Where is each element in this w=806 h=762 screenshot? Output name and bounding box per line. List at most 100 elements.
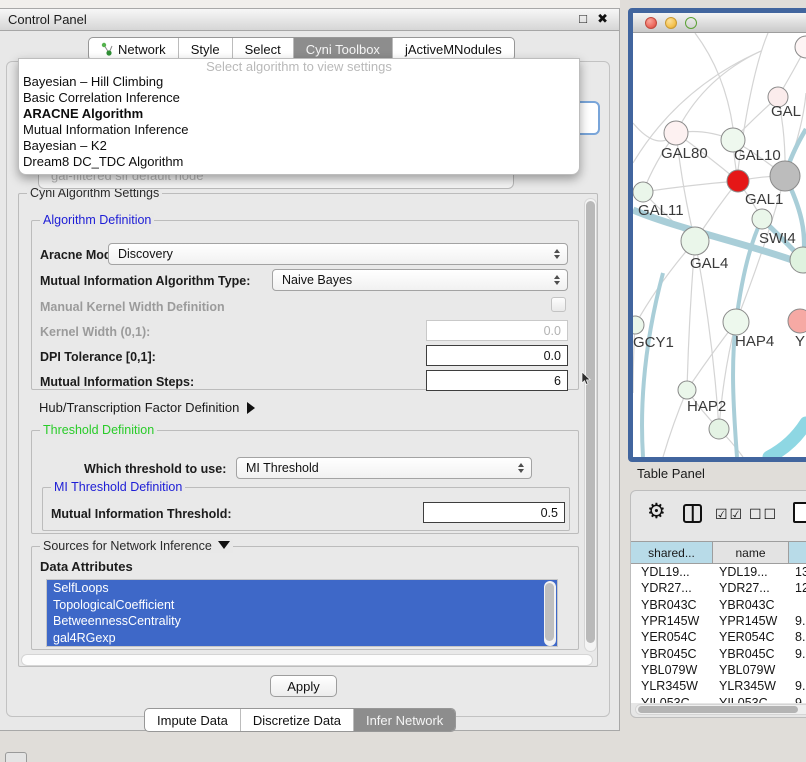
mi-threshold-definition-group: MI Threshold Definition Mutual Informati… bbox=[42, 487, 570, 531]
network-node-gal11[interactable] bbox=[633, 182, 653, 202]
tab-select[interactable]: Select bbox=[232, 38, 293, 60]
zoom-traffic-light[interactable] bbox=[685, 17, 697, 29]
tab-network[interactable]: Network bbox=[89, 38, 178, 60]
node-label-gcy1: GCY1 bbox=[633, 334, 674, 351]
minimize-traffic-light[interactable] bbox=[665, 17, 677, 29]
algorithm-item-aracne[interactable]: ARACNE Algorithm bbox=[19, 106, 579, 122]
cyni-bottom-tab-bar: Impute Data Discretize Data Infer Networ… bbox=[144, 708, 456, 732]
settings-vertical-scrollbar[interactable] bbox=[584, 198, 597, 652]
mouse-cursor bbox=[581, 372, 592, 386]
data-attributes-label: Data Attributes bbox=[40, 559, 133, 574]
network-node-hap2[interactable] bbox=[678, 381, 696, 399]
table-row[interactable]: YPR145W YPR145W 9. bbox=[631, 613, 806, 629]
aracne-mode-value: Discovery bbox=[118, 247, 173, 261]
list-item-betweennesscentrality[interactable]: BetweennessCentrality bbox=[47, 613, 557, 630]
kernel-width-label: Kernel Width (0,1): bbox=[40, 325, 150, 339]
which-threshold-label: Which threshold to use: bbox=[84, 462, 226, 476]
columns-icon[interactable] bbox=[683, 504, 702, 523]
manual-kernel-label: Manual Kernel Width Definition bbox=[40, 300, 225, 314]
table-row[interactable]: YIL053C YIL053C 9 bbox=[631, 694, 806, 703]
list-item-selfloops[interactable]: SelfLoops bbox=[47, 580, 557, 597]
algorithm-item-bayesian-hill-climbing[interactable]: Bayesian – Hill Climbing bbox=[19, 74, 579, 90]
tab-style[interactable]: Style bbox=[178, 38, 232, 60]
settings-horizontal-scrollbar[interactable] bbox=[21, 654, 593, 666]
kernel-width-field: 0.0 bbox=[426, 320, 568, 341]
control-panel-top-strip bbox=[0, 0, 620, 8]
network-node-gal80[interactable] bbox=[664, 121, 688, 145]
table-row[interactable]: YBR045C YBR045C 9. bbox=[631, 645, 806, 661]
settings-vertical-scrollbar-thumb[interactable] bbox=[586, 201, 595, 643]
manual-kernel-checkbox bbox=[551, 297, 566, 312]
close-traffic-light[interactable] bbox=[645, 17, 657, 29]
column-header-shared-name[interactable]: shared... bbox=[631, 542, 713, 563]
algorithm-item-mutual-information[interactable]: Mutual Information Inference bbox=[19, 122, 579, 138]
aracne-mode-combo[interactable]: Discovery bbox=[108, 243, 568, 265]
mi-type-value: Naive Bayes bbox=[282, 273, 352, 287]
network-node-hap4[interactable] bbox=[723, 309, 749, 335]
list-item-topologicalcoefficient[interactable]: TopologicalCoefficient bbox=[47, 597, 557, 614]
apply-button-label: Apply bbox=[287, 679, 320, 694]
network-node-top-partial[interactable] bbox=[795, 36, 806, 58]
mi-threshold-definition-title: MI Threshold Definition bbox=[51, 480, 185, 494]
dpi-tolerance-value: 0.0 bbox=[544, 349, 561, 363]
select-all-columns-icon[interactable]: ☑☑ bbox=[715, 506, 744, 523]
tab-discretize-data[interactable]: Discretize Data bbox=[240, 709, 353, 731]
table-header-row: shared... name bbox=[631, 541, 806, 564]
sources-title[interactable]: Sources for Network Inference bbox=[40, 539, 233, 553]
tab-cyni-toolbox[interactable]: Cyni Toolbox bbox=[293, 38, 392, 60]
hub-definition-toggle[interactable]: Hub/Transcription Factor Definition bbox=[39, 400, 255, 415]
apply-button[interactable]: Apply bbox=[270, 675, 337, 697]
algorithm-placeholder-item[interactable]: Select algorithm to view settings bbox=[19, 59, 579, 74]
node-label-swi4: SWI4 bbox=[759, 230, 796, 247]
algorithm-item-basic-correlation[interactable]: Basic Correlation Inference bbox=[19, 90, 579, 106]
network-window-titlebar bbox=[633, 13, 806, 33]
column-header-name[interactable]: name bbox=[713, 542, 789, 563]
float-window-icon[interactable]: □ bbox=[579, 11, 587, 26]
sources-title-label: Sources for Network Inference bbox=[43, 539, 212, 553]
network-node-salmon[interactable] bbox=[788, 309, 806, 333]
export-table-icon[interactable] bbox=[793, 502, 806, 523]
gear-icon[interactable]: ⚙ bbox=[647, 499, 666, 524]
tab-jactivemnodules[interactable]: jActiveMNodules bbox=[392, 38, 514, 60]
threshold-definition-title: Threshold Definition bbox=[40, 423, 157, 437]
algorithm-item-bayesian-k2[interactable]: Bayesian – K2 bbox=[19, 138, 579, 154]
table-row[interactable]: YBL079W YBL079W bbox=[631, 662, 806, 678]
list-vertical-scrollbar[interactable] bbox=[544, 581, 556, 646]
cyni-algorithm-settings-group: Cyni Algorithm Settings Algorithm Defini… bbox=[18, 193, 598, 667]
table-row[interactable]: YDL19... YDL19... 13 bbox=[631, 564, 806, 580]
table-row[interactable]: YLR345W YLR345W 9. bbox=[631, 678, 806, 694]
network-node-gal1-selected[interactable] bbox=[727, 170, 749, 192]
mi-steps-field[interactable]: 6 bbox=[426, 370, 568, 391]
network-canvas[interactable]: GAL GAL80 GAL10 GAL1 GAL11 SWI4 GAL4 GCY… bbox=[633, 33, 806, 457]
table-row[interactable]: YER054C YER054C 8. bbox=[631, 629, 806, 645]
node-label-gal80: GAL80 bbox=[661, 145, 708, 162]
list-vertical-scrollbar-thumb[interactable] bbox=[545, 583, 554, 641]
mi-threshold-value: 0.5 bbox=[541, 506, 558, 520]
algorithm-item-dream8[interactable]: Dream8 DC_TDC Algorithm bbox=[19, 154, 579, 170]
network-node-gray[interactable] bbox=[770, 161, 800, 191]
which-threshold-combo[interactable]: MI Threshold bbox=[236, 457, 532, 479]
table-row[interactable]: YBR043C YBR043C bbox=[631, 597, 806, 613]
dpi-tolerance-field[interactable]: 0.0 bbox=[426, 345, 568, 366]
tab-infer-network[interactable]: Infer Network bbox=[353, 709, 455, 731]
list-item-gal4rgexp[interactable]: gal4RGexp bbox=[47, 630, 557, 647]
unselect-all-columns-icon[interactable]: ☐☐ bbox=[749, 506, 778, 523]
tab-impute-data[interactable]: Impute Data bbox=[145, 709, 240, 731]
mi-type-combo[interactable]: Naive Bayes bbox=[272, 269, 568, 291]
network-node-swi4[interactable] bbox=[752, 209, 772, 229]
table-body: YDL19... YDL19... 13 YDR27... YDR27... 1… bbox=[631, 564, 806, 703]
table-horizontal-scrollbar-thumb[interactable] bbox=[638, 706, 798, 713]
network-node-bottom-partial[interactable] bbox=[709, 419, 729, 439]
network-node-gcy1[interactable] bbox=[633, 316, 644, 334]
algorithm-definition-title: Algorithm Definition bbox=[40, 213, 154, 227]
close-window-icon[interactable]: ✖ bbox=[597, 11, 608, 27]
mi-threshold-field[interactable]: 0.5 bbox=[423, 502, 565, 523]
algorithm-definition-group: Algorithm Definition Aracne Mode: Discov… bbox=[31, 220, 579, 390]
mi-type-label: Mutual Information Algorithm Type: bbox=[40, 274, 250, 288]
table-row[interactable]: YDR27... YDR27... 12 bbox=[631, 580, 806, 596]
network-node-gal4[interactable] bbox=[681, 227, 709, 255]
column-header-partial[interactable] bbox=[789, 542, 806, 563]
node-label-gal4: GAL4 bbox=[690, 255, 728, 272]
table-horizontal-scrollbar[interactable] bbox=[635, 704, 806, 715]
bottom-left-partial-button[interactable] bbox=[5, 752, 27, 762]
